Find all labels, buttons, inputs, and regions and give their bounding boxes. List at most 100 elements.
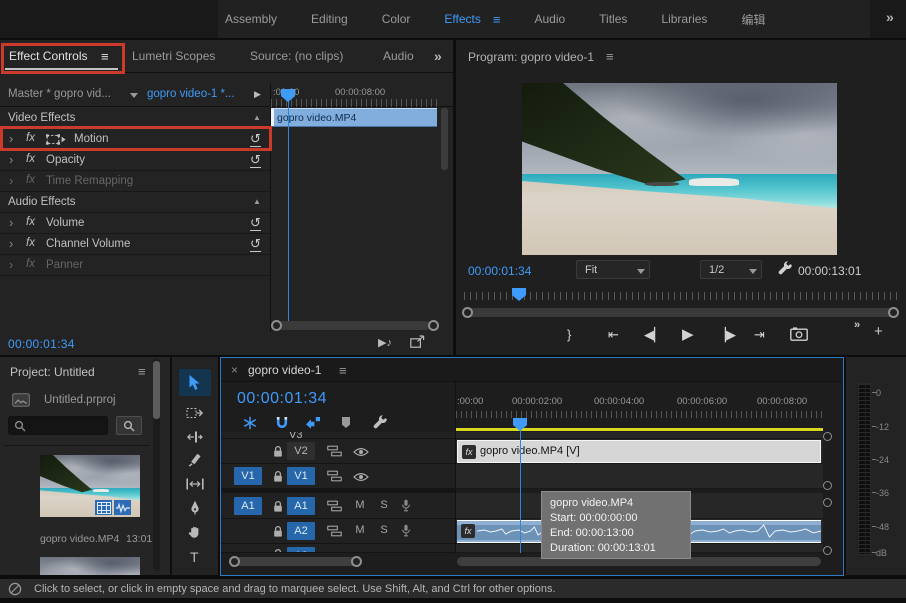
hand-tool-icon[interactable] [188, 525, 202, 539]
program-current-timecode[interactable]: 00:00:01:34 [468, 264, 531, 278]
selection-tool-icon[interactable] [188, 374, 201, 391]
timeline-header-scrollbar[interactable] [231, 557, 361, 566]
reset-effect-icon[interactable]: ↺ [250, 236, 261, 252]
play-button[interactable]: ▶ [682, 325, 694, 343]
mute-button[interactable]: M [353, 524, 367, 536]
expand-chevron-icon[interactable]: › [9, 257, 13, 272]
tab-lumetri-scopes[interactable]: Lumetri Scopes [132, 49, 215, 63]
mute-button[interactable]: M [353, 499, 367, 511]
ec-current-timecode[interactable]: 00:00:01:34 [8, 337, 75, 351]
workspace-tab-effects[interactable]: Effects [444, 12, 480, 26]
step-back-button[interactable]: ◀▏ [644, 327, 664, 343]
export-frame-camera-icon[interactable] [790, 327, 808, 341]
solo-button[interactable]: S [377, 499, 391, 511]
program-scroll-knob-left[interactable] [462, 307, 473, 318]
reset-effect-icon[interactable]: ↺ [250, 215, 261, 231]
effect-row-channel-volume[interactable]: › fx Channel Volume ↺ [0, 234, 270, 255]
track-header-a1[interactable]: A1 A1 M S [221, 493, 455, 519]
workspace-tab-titles[interactable]: Titles [599, 12, 627, 26]
video-clip-gopro[interactable]: fx gopro video.MP4 [V] [457, 440, 821, 463]
ripple-edit-tool-icon[interactable] [186, 431, 204, 443]
effect-row-panner[interactable]: › fx Panner [0, 255, 270, 276]
project-search-input[interactable] [8, 416, 108, 435]
track-content-v1[interactable] [456, 464, 823, 489]
expand-chevron-icon[interactable]: › [9, 152, 13, 167]
track-label-v2[interactable]: V2 [287, 442, 315, 460]
ec-mini-ruler[interactable] [271, 99, 437, 107]
workspace-tab-editing[interactable]: Editing [311, 12, 348, 26]
clip-thumbnail[interactable] [40, 455, 140, 517]
track-select-forward-tool-icon[interactable] [186, 407, 204, 419]
expand-chevron-icon[interactable]: › [9, 215, 13, 230]
close-icon[interactable]: × [231, 363, 238, 377]
track-header-a3-partial[interactable]: A3 [221, 544, 455, 553]
sync-lock-icon[interactable] [327, 525, 342, 537]
ec-horizontal-scrollbar[interactable] [277, 321, 431, 330]
sync-lock-icon[interactable] [327, 500, 342, 512]
show-keyframes-icon[interactable]: ▶ [254, 89, 261, 100]
master-clip-selector[interactable]: Master * gopro vid... [8, 88, 111, 100]
project-panel-title[interactable]: Project: Untitled [10, 365, 95, 379]
scroll-knob[interactable] [351, 556, 362, 567]
sync-lock-icon[interactable] [327, 445, 342, 457]
audio-meters-panel[interactable]: 0 -12 -24 -36 -48 dB [846, 357, 906, 575]
go-to-in-button[interactable]: ⇤ [608, 327, 619, 343]
panel-tab-overflow-icon[interactable]: » [434, 48, 442, 64]
section-audio-effects[interactable]: Audio Effects ▲ [0, 192, 270, 213]
timeline-current-timecode[interactable]: 00:00:01:34 [237, 390, 327, 408]
expand-chevron-icon[interactable]: › [9, 236, 13, 251]
step-forward-button[interactable]: ▕▶ [716, 327, 736, 343]
go-to-out-button[interactable]: ⇥ [754, 327, 765, 343]
audio-badge-icon[interactable] [114, 500, 131, 515]
project-scrollbar[interactable] [153, 359, 160, 571]
project-bin-icon[interactable] [12, 393, 30, 407]
lock-icon[interactable] [273, 548, 283, 553]
track-resize-knob[interactable] [823, 498, 832, 507]
video-badge-icon[interactable] [95, 500, 112, 515]
pen-tool-icon[interactable] [189, 500, 201, 515]
sequence-clip-selector[interactable]: gopro video-1 *... [147, 88, 235, 100]
ec-playhead-line[interactable] [288, 98, 289, 322]
sync-status-icon[interactable] [8, 582, 22, 596]
chevron-down-icon[interactable] [130, 93, 138, 98]
program-menu-icon[interactable]: ≡ [606, 49, 614, 64]
collapse-section-icon[interactable]: ▲ [253, 197, 261, 206]
slip-tool-icon[interactable] [186, 478, 204, 490]
search-bin-button[interactable] [116, 416, 142, 435]
nest-sequences-icon[interactable] [243, 416, 257, 430]
type-tool-icon[interactable]: T [190, 549, 199, 565]
track-header-v1[interactable]: V1 V1 [221, 464, 455, 489]
voiceover-mic-icon[interactable] [401, 524, 411, 537]
track-label-v1[interactable]: V1 [287, 467, 315, 485]
ec-scroll-knob-right[interactable] [428, 320, 439, 331]
track-content-v3[interactable] [456, 432, 823, 439]
clip-fx-badge[interactable]: fx [462, 445, 476, 459]
effect-row-volume[interactable]: › fx Volume ↺ [0, 213, 270, 234]
track-resize-knob[interactable] [823, 481, 832, 490]
snap-magnet-icon[interactable] [275, 416, 289, 430]
playback-resolution-select[interactable]: 1/2 [700, 260, 762, 279]
clip-thumbnail-partial[interactable] [40, 557, 140, 575]
work-area-bar[interactable] [456, 428, 823, 431]
export-panel-icon[interactable] [410, 335, 425, 348]
transport-more-icon[interactable]: » [854, 319, 860, 331]
workspace-tab-audio[interactable]: Audio [534, 12, 565, 26]
workspace-tab-assembly[interactable]: Assembly [225, 12, 277, 26]
lock-icon[interactable] [273, 525, 283, 538]
sequence-tab[interactable]: gopro video-1 [248, 363, 321, 377]
sync-lock-icon[interactable] [327, 470, 342, 482]
clip-name-label[interactable]: gopro video.MP4 [40, 533, 119, 545]
program-scrollbar[interactable] [466, 308, 896, 317]
section-video-effects[interactable]: Video Effects ▲ [0, 108, 270, 129]
ec-mini-clip[interactable]: gopro video.MP4 [271, 108, 437, 127]
collapse-section-icon[interactable]: ▲ [253, 113, 261, 122]
play-audio-icon[interactable]: ▶♪ [378, 336, 392, 349]
program-monitor-title[interactable]: Program: gopro video-1 [468, 50, 594, 64]
program-video-frame[interactable] [522, 83, 837, 255]
workspace-tab-edit-cn[interactable]: 编辑 [741, 11, 765, 28]
timeline-menu-icon[interactable]: ≡ [339, 363, 347, 378]
solo-button[interactable]: S [377, 524, 391, 536]
reset-effect-icon[interactable]: ↺ [250, 152, 261, 168]
ec-scroll-knob-left[interactable] [271, 320, 282, 331]
voiceover-mic-icon[interactable] [401, 499, 411, 512]
